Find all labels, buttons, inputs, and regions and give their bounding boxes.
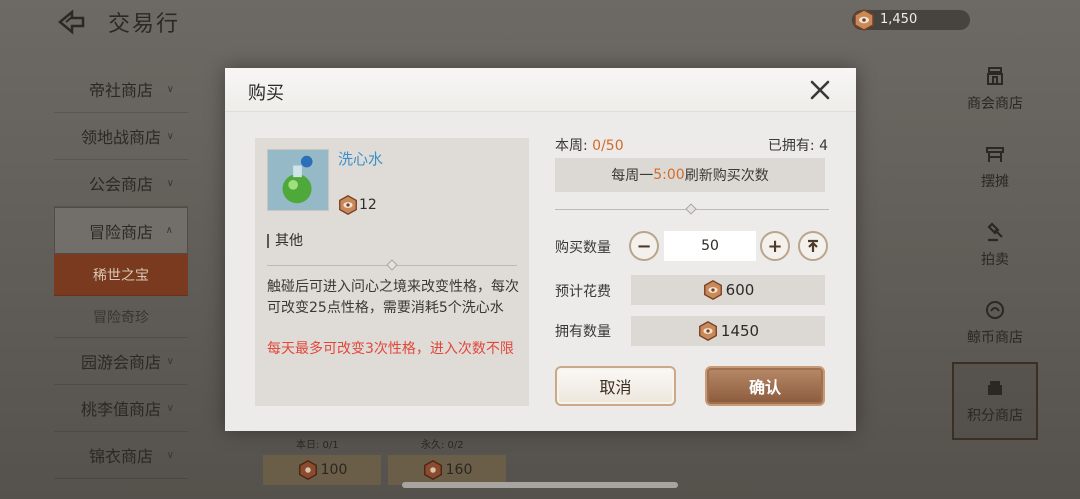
cost-label: 预计花费	[555, 284, 611, 300]
nav-subitem-rare-treasure[interactable]: 稀世之宝	[54, 254, 188, 296]
tab-label: 摆摊	[981, 174, 1009, 190]
quantity-input[interactable]	[664, 231, 756, 261]
nav-subitem-adventure-curios[interactable]: 冒险奇珍	[54, 296, 188, 338]
price-value: 100	[320, 462, 348, 478]
nav-label: 公会商店	[88, 175, 153, 194]
page-title: 交易行	[108, 12, 181, 37]
chevron-down-icon: ∨	[166, 177, 174, 189]
chevron-up-icon: ∧	[165, 225, 173, 236]
tab-label: 积分商店	[967, 408, 1023, 424]
chevron-down-icon: ∨	[166, 130, 174, 142]
cancel-button[interactable]: 取消	[555, 366, 676, 406]
confirm-button[interactable]: 确认	[705, 366, 825, 406]
tab-auction[interactable]: 拍卖	[952, 206, 1038, 284]
chevron-down-icon: ∨	[166, 355, 174, 367]
item-detail-panel: 洗心水 12 其他 触碰后可进入问心之境来改变性格，每次可改变25点性格，需要消…	[255, 138, 529, 406]
max-quantity-button[interactable]	[798, 231, 828, 261]
nav-label: 锦衣商店	[88, 447, 153, 466]
shop-icon	[987, 67, 1003, 85]
shop-category-nav: 帝社商店 ∨ 领地战商店 ∨ 公会商店 ∨ 冒险商店 ∧ 稀世之宝 冒险奇珍 园游会商店…	[54, 66, 188, 479]
currency-amount: 1,450	[880, 12, 918, 27]
have-label: 拥有数量	[555, 324, 611, 340]
coin-icon	[423, 460, 442, 480]
nav-label: 园游会商店	[80, 353, 161, 372]
have-value: 1450	[720, 322, 760, 340]
nav-label: 领地战商店	[80, 128, 161, 147]
refresh-suffix: 刷新购买次数	[684, 168, 769, 184]
nav-item-emperor-shop[interactable]: 帝社商店 ∨	[54, 66, 188, 113]
tab-label: 拍卖	[981, 252, 1009, 268]
tab-points-shop[interactable]: 积分商店	[952, 362, 1038, 440]
weekly-limit: 本周: 0/50	[555, 135, 624, 155]
refresh-time: 5:00	[653, 167, 685, 183]
chevron-down-icon: ∨	[166, 402, 174, 414]
nav-item-territory-shop[interactable]: 领地战商店 ∨	[54, 113, 188, 160]
nav-label: 桃李值商店	[80, 400, 161, 419]
purchase-dialog: 购买 洗心水 12 其他 触碰后可进入问心之境来改变性格，每次可改变25点性格，…	[225, 68, 856, 431]
quantity-label: 购买数量	[555, 240, 611, 256]
owned-count: 已拥有: 4	[767, 138, 828, 154]
weekly-value: 0/50	[592, 138, 624, 154]
market-tabs-nav: 商会商店 摆摊 拍卖 鲸币商店 积分商店	[952, 50, 1038, 440]
card-limit: 本日: 0/1	[296, 440, 339, 451]
max-arrow-icon	[808, 239, 818, 252]
nav-label: 稀世之宝	[93, 267, 149, 284]
tab-stall[interactable]: 摆摊	[952, 128, 1038, 206]
tab-guild-merchant-shop[interactable]: 商会商店	[952, 50, 1038, 128]
tab-whale-coin-shop[interactable]: 鲸币商店	[952, 284, 1038, 362]
whale-coin-icon	[986, 301, 1004, 319]
points-icon	[988, 381, 1002, 395]
top-bar: 交易行 1,450	[0, 0, 1080, 44]
close-icon[interactable]	[807, 77, 833, 103]
stall-icon	[986, 147, 1004, 162]
back-icon[interactable]	[56, 8, 86, 36]
nav-item-fair-shop[interactable]: 园游会商店 ∨	[54, 338, 188, 385]
tab-label: 鲸币商店	[967, 330, 1023, 346]
coin-icon	[298, 460, 317, 480]
card-price[interactable]: 160	[388, 455, 506, 485]
refresh-info: 每周一 5:00 刷新购买次数	[555, 158, 825, 192]
price-value: 160	[445, 462, 473, 478]
potion-icon	[267, 149, 329, 211]
currency-display: 1,450	[852, 9, 970, 31]
increase-quantity-button[interactable]: +	[760, 231, 790, 261]
nav-item-costume-shop[interactable]: 锦衣商店 ∨	[54, 432, 188, 479]
cost-display: 600	[631, 275, 825, 305]
coin-icon	[698, 321, 717, 341]
coin-icon	[703, 280, 722, 300]
gavel-icon	[987, 222, 1003, 242]
item-warning: 每天最多可改变3次性格，进入次数不限	[267, 341, 514, 357]
divider-ornament	[685, 203, 697, 215]
item-name: 洗心水	[338, 150, 384, 168]
nav-label: 帝社商店	[88, 81, 153, 100]
decrease-quantity-button[interactable]: −	[629, 231, 659, 261]
home-indicator	[402, 482, 678, 488]
dialog-header: 购买	[225, 68, 856, 112]
chevron-down-icon: ∨	[166, 83, 174, 95]
coin-icon	[854, 9, 874, 31]
chevron-down-icon: ∨	[166, 449, 174, 461]
divider-ornament	[386, 259, 398, 271]
nav-item-adventure-shop[interactable]: 冒险商店 ∧	[54, 207, 188, 254]
refresh-prefix: 每周一	[611, 168, 654, 184]
tab-label: 商会商店	[967, 96, 1023, 112]
dialog-title: 购买	[248, 83, 284, 104]
nav-label: 冒险奇珍	[93, 309, 149, 326]
nav-item-taoli-shop[interactable]: 桃李值商店 ∨	[54, 385, 188, 432]
have-display: 1450	[631, 316, 825, 346]
cost-value: 600	[725, 281, 755, 299]
card-price[interactable]: 100	[263, 455, 381, 485]
item-unit-price: 12	[359, 197, 377, 213]
item-description: 触碰后可进入问心之境来改变性格，每次可改变25点性格，需要消耗5个洗心水	[267, 279, 519, 316]
weekly-label: 本周:	[555, 138, 593, 154]
item-category: 其他	[267, 234, 303, 248]
nav-item-guild-shop[interactable]: 公会商店 ∨	[54, 160, 188, 207]
nav-label: 冒险商店	[88, 222, 153, 242]
coin-icon	[339, 195, 357, 215]
card-limit: 永久: 0/2	[421, 440, 464, 451]
